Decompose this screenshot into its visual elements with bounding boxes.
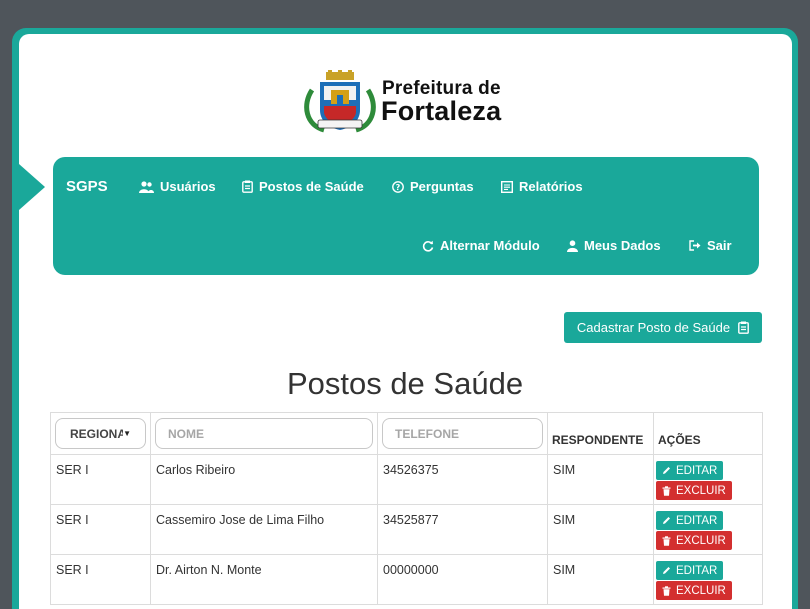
table-row: SER I Dr. Airton N. Monte 00000000 SIM E… [50, 554, 763, 605]
question-circle-icon: ? [392, 180, 404, 193]
regional-filter-cell: REGIONAL ▼ [50, 412, 151, 455]
nav-item-meus-dados[interactable]: Meus Dados [567, 238, 661, 253]
respondente-cell: SIM [547, 554, 654, 605]
clipboard-icon [738, 321, 750, 334]
telefone-filter-input[interactable] [382, 418, 543, 449]
delete-button-label: EXCLUIR [676, 484, 726, 497]
pencil-icon [663, 467, 670, 474]
users-icon [139, 180, 154, 193]
nome-filter-cell [150, 412, 378, 455]
actions-cell: EDITAR EXCLUIR [653, 504, 763, 555]
trash-icon [662, 485, 671, 496]
edit-button[interactable]: EDITAR [656, 511, 724, 530]
nav-item-usuarios[interactable]: Usuários [139, 179, 216, 194]
report-icon [501, 180, 513, 193]
edit-button[interactable]: EDITAR [656, 561, 724, 580]
pencil-icon [663, 517, 670, 524]
city-logo: Prefeitura de Fortaleza [302, 70, 522, 134]
acoes-header: AÇÕES [653, 412, 763, 455]
regional-filter-select[interactable]: REGIONAL ▼ [55, 418, 146, 449]
regional-cell: SER I [50, 454, 151, 505]
add-health-post-button[interactable]: Cadastrar Posto de Saúde [564, 312, 762, 343]
nav-item-label: Perguntas [410, 179, 474, 194]
nav-item-label: Usuários [160, 179, 216, 194]
navbar-arrow [19, 164, 45, 210]
health-posts-table: REGIONAL ▼ RESPONDENTE AÇÕES SER I Carlo… [50, 412, 763, 605]
respondente-header-label: RESPONDENTE [552, 432, 644, 447]
nav-item-postos[interactable]: Postos de Saúde [242, 179, 364, 194]
nav-item-alternar-modulo[interactable]: Alternar Módulo [422, 238, 540, 253]
edit-button[interactable]: EDITAR [656, 461, 724, 480]
nav-item-label: Postos de Saúde [259, 179, 364, 194]
delete-button[interactable]: EXCLUIR [656, 581, 732, 600]
telefone-filter-cell [377, 412, 548, 455]
clipboard-icon [242, 180, 253, 193]
nome-cell: Cassemiro Jose de Lima Filho [150, 504, 378, 555]
coat-of-arms-icon [304, 70, 376, 133]
table-row: SER I Cassemiro Jose de Lima Filho 34525… [50, 504, 763, 555]
navbar: SGPS Usuários Postos de Saúde ? Pergunta… [53, 157, 759, 275]
user-icon [567, 239, 578, 252]
actions-cell: EDITAR EXCLUIR [653, 454, 763, 505]
page-title: Postos de Saúde [286, 366, 524, 401]
navbar-brand[interactable]: SGPS [66, 178, 108, 195]
delete-button[interactable]: EXCLUIR [656, 481, 732, 500]
respondente-cell: SIM [547, 454, 654, 505]
telefone-cell: 34525877 [377, 504, 548, 555]
svg-text:?: ? [396, 183, 401, 192]
actions-cell: EDITAR EXCLUIR [653, 554, 763, 605]
sign-out-icon [689, 240, 701, 251]
refresh-icon [422, 240, 434, 252]
delete-button[interactable]: EXCLUIR [656, 531, 732, 550]
telefone-cell: 34526375 [377, 454, 548, 505]
edit-button-label: EDITAR [676, 514, 718, 527]
edit-button-label: EDITAR [676, 564, 718, 577]
telefone-cell: 00000000 [377, 554, 548, 605]
regional-cell: SER I [50, 504, 151, 555]
respondente-cell: SIM [547, 504, 654, 555]
table-header-row: REGIONAL ▼ RESPONDENTE AÇÕES [50, 412, 763, 455]
add-button-label: Cadastrar Posto de Saúde [576, 320, 731, 335]
nav-item-label: Meus Dados [584, 238, 661, 253]
trash-icon [662, 535, 671, 546]
regional-filter-value: REGIONAL [70, 426, 123, 441]
nome-cell: Dr. Airton N. Monte [150, 554, 378, 605]
delete-button-label: EXCLUIR [676, 534, 726, 547]
table-row: SER I Carlos Ribeiro 34526375 SIM EDITAR… [50, 454, 763, 505]
delete-button-label: EXCLUIR [676, 584, 726, 597]
nav-item-perguntas[interactable]: ? Perguntas [392, 179, 474, 194]
nav-item-label: Relatórios [519, 179, 583, 194]
nome-filter-input[interactable] [155, 418, 373, 449]
nome-cell: Carlos Ribeiro [150, 454, 378, 505]
nav-item-label: Sair [707, 238, 732, 253]
nav-item-relatorios[interactable]: Relatórios [501, 179, 583, 194]
regional-cell: SER I [50, 554, 151, 605]
edit-button-label: EDITAR [676, 464, 718, 477]
pencil-icon [663, 567, 670, 574]
respondente-header: RESPONDENTE [547, 412, 654, 455]
trash-icon [662, 585, 671, 596]
nav-item-sair[interactable]: Sair [689, 238, 732, 253]
chevron-down-icon: ▼ [123, 429, 131, 438]
logo-title-line2: Fortaleza [381, 96, 502, 126]
nav-item-label: Alternar Módulo [440, 238, 540, 253]
acoes-header-label: AÇÕES [658, 432, 701, 447]
